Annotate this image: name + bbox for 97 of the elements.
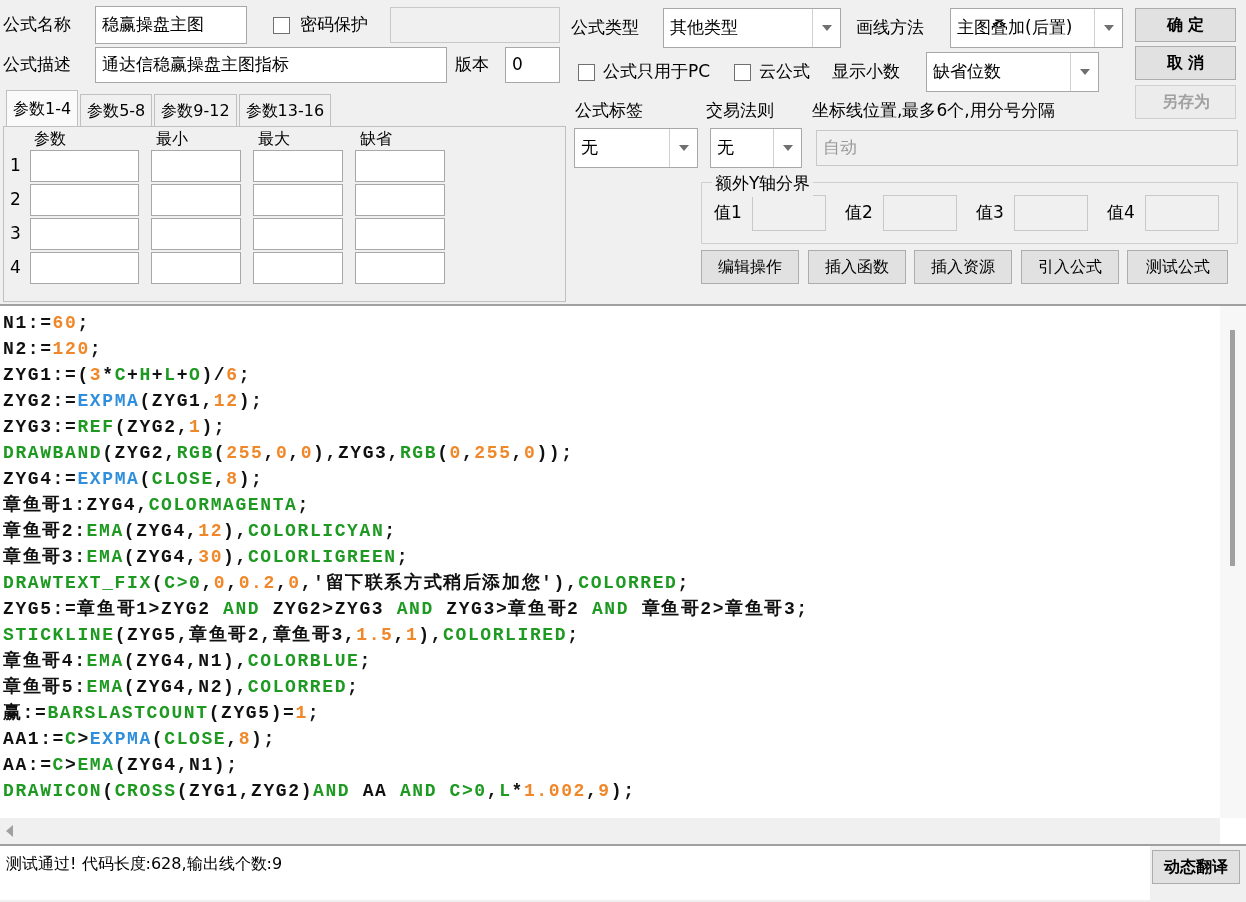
- param-field[interactable]: [253, 252, 343, 284]
- decimals-dropdown[interactable]: 缺省位数: [926, 52, 1100, 92]
- code-line: ZYG3:=REF(ZYG2,1);: [3, 416, 228, 439]
- scrollbar-thumb[interactable]: [1230, 330, 1235, 566]
- param-field[interactable]: [151, 218, 241, 250]
- code-line: DRAWBAND(ZYG2,RGB(255,0,0),ZYG3,RGB(0,255,0));: [3, 442, 575, 465]
- vertical-scrollbar[interactable]: [1220, 306, 1246, 818]
- axis-lines-label: 坐标线位置,最多6个,用分号分隔: [812, 99, 1055, 123]
- version-field[interactable]: 0: [505, 47, 560, 83]
- param-field[interactable]: [355, 184, 445, 216]
- value-field[interactable]: [1014, 195, 1088, 231]
- code-line: AA:=C>EMA(ZYG4,N1);: [3, 754, 240, 777]
- draw-method-dropdown[interactable]: 主图叠加(后置): [950, 8, 1123, 48]
- caret-icon: [782, 145, 793, 151]
- description-label: 公式描述: [3, 53, 72, 77]
- translate-button[interactable]: 动态翻译: [1152, 850, 1240, 884]
- param-tab[interactable]: 参数13-16: [238, 94, 332, 126]
- checkbox[interactable]: [578, 63, 595, 81]
- row-number: 3: [10, 222, 22, 246]
- description-field[interactable]: 通达信稳赢操盘主图指标: [95, 47, 447, 83]
- param-field[interactable]: [355, 218, 445, 250]
- code-line: ZYG4:=EXPMA(CLOSE,8);: [3, 468, 265, 491]
- code-line: AA1:=C>EXPMA(CLOSE,8);: [3, 728, 277, 751]
- version-label: 版本: [455, 53, 490, 77]
- param-field[interactable]: [355, 252, 445, 284]
- code-line: 赢:=BARSLASTCOUNT(ZYG5)=1;: [3, 701, 322, 725]
- column-header: 最小: [155, 128, 189, 149]
- tag-dropdown[interactable]: 无: [574, 128, 698, 168]
- param-field[interactable]: [151, 150, 241, 182]
- row-number: 2: [10, 188, 22, 212]
- code-line: STICKLINE(ZYG5,章鱼哥2,章鱼哥3,1.5,1),COLORLIRED;: [3, 623, 581, 647]
- column-header: 缺省: [359, 128, 393, 149]
- tool-button[interactable]: 引入公式: [1020, 250, 1119, 284]
- code-line: N1:=60;: [3, 312, 91, 335]
- draw-method-label: 画线方法: [856, 16, 925, 40]
- value-label: 值4: [1107, 201, 1136, 225]
- code-line: N2:=120;: [3, 338, 104, 361]
- param-tab[interactable]: 参数5-8: [80, 94, 153, 126]
- param-tab[interactable]: 参数1-4: [6, 90, 79, 126]
- tool-button[interactable]: 插入函数: [807, 250, 906, 284]
- value-label: 值3: [976, 201, 1005, 225]
- param-field[interactable]: [151, 252, 241, 284]
- caret-icon: [821, 25, 832, 31]
- row-number: 4: [10, 256, 22, 280]
- code-line: DRAWICON(CROSS(ZYG1,ZYG2)AND AA AND C>0,L*1.002,9);: [3, 780, 637, 803]
- value-field[interactable]: [752, 195, 826, 231]
- param-field[interactable]: [253, 184, 343, 216]
- code-line: DRAWTEXT_FIX(C>0,0,0.2,0,'留下联系方式稍后添加您'),COLORRED;: [3, 571, 691, 595]
- trade-rule-dropdown[interactable]: 无: [710, 128, 802, 168]
- code-line: ZYG2:=EXPMA(ZYG1,12);: [3, 390, 265, 413]
- checkbox-label: 云公式: [759, 60, 811, 84]
- param-tab[interactable]: 参数9-12: [154, 94, 237, 126]
- left-arrow-icon[interactable]: [6, 825, 14, 837]
- tool-button[interactable]: 编辑操作: [701, 250, 799, 284]
- code-line: 章鱼哥3:EMA(ZYG4,30),COLORLIGREEN;: [3, 545, 411, 569]
- code-line: 章鱼哥5:EMA(ZYG4,N2),COLORRED;: [3, 675, 361, 699]
- group-title: 额外Y轴分界: [712, 171, 814, 197]
- code-line: ZYG5:=章鱼哥1>ZYG2 AND ZYG2>ZYG3 AND ZYG3>章鱼哥2 AND 章鱼哥2>章鱼哥3;: [3, 597, 810, 621]
- tag-label: 公式标签: [574, 99, 644, 123]
- param-field[interactable]: [30, 184, 139, 216]
- param-field[interactable]: [30, 218, 139, 250]
- caret-icon: [1079, 69, 1090, 75]
- decimals-label: 显示小数: [832, 60, 902, 84]
- column-header: 参数: [33, 128, 67, 149]
- code-line: 章鱼哥4:EMA(ZYG4,N1),COLORBLUE;: [3, 649, 373, 673]
- column-header: 最大: [257, 128, 291, 149]
- tool-button[interactable]: 测试公式: [1127, 250, 1228, 284]
- param-field[interactable]: [151, 184, 241, 216]
- value-field[interactable]: [1145, 195, 1219, 231]
- row-number: 1: [10, 154, 22, 178]
- checkbox[interactable]: [734, 63, 752, 81]
- param-field[interactable]: [253, 218, 343, 250]
- code-line: 章鱼哥2:EMA(ZYG4,12),COLORLICYAN;: [3, 519, 398, 543]
- param-field[interactable]: [30, 150, 139, 182]
- checkbox-label: 密码保护: [300, 13, 369, 37]
- code-line: 章鱼哥1:ZYG4,COLORMAGENTA;: [3, 493, 311, 517]
- horizontal-scrollbar[interactable]: [0, 818, 1220, 844]
- value-label: 值2: [845, 201, 874, 225]
- dialog-button[interactable]: 确 定: [1135, 8, 1236, 42]
- caret-icon: [678, 145, 689, 151]
- tool-button[interactable]: 插入资源: [914, 250, 1012, 284]
- caret-icon: [1103, 25, 1114, 31]
- value-label: 值1: [714, 201, 743, 225]
- trade-rule-label: 交易法则: [706, 99, 775, 123]
- name-label: 公式名称: [3, 13, 72, 37]
- value-field[interactable]: [883, 195, 957, 231]
- checkbox-label: 公式只用于PC: [603, 60, 711, 84]
- code-line: ZYG1:=(3*C+H+L+O)/6;: [3, 364, 253, 387]
- param-field[interactable]: [355, 150, 445, 182]
- type-dropdown[interactable]: 其他类型: [663, 8, 841, 48]
- formula-name-field[interactable]: 稳赢操盘主图: [95, 6, 247, 44]
- status-message: 测试通过! 代码长度:628,输出线个数:9: [0, 846, 1150, 900]
- checkbox[interactable]: [273, 16, 290, 34]
- param-field[interactable]: [253, 150, 343, 182]
- type-label: 公式类型: [571, 16, 640, 40]
- param-field[interactable]: [30, 252, 139, 284]
- dialog-button[interactable]: 取 消: [1135, 46, 1236, 81]
